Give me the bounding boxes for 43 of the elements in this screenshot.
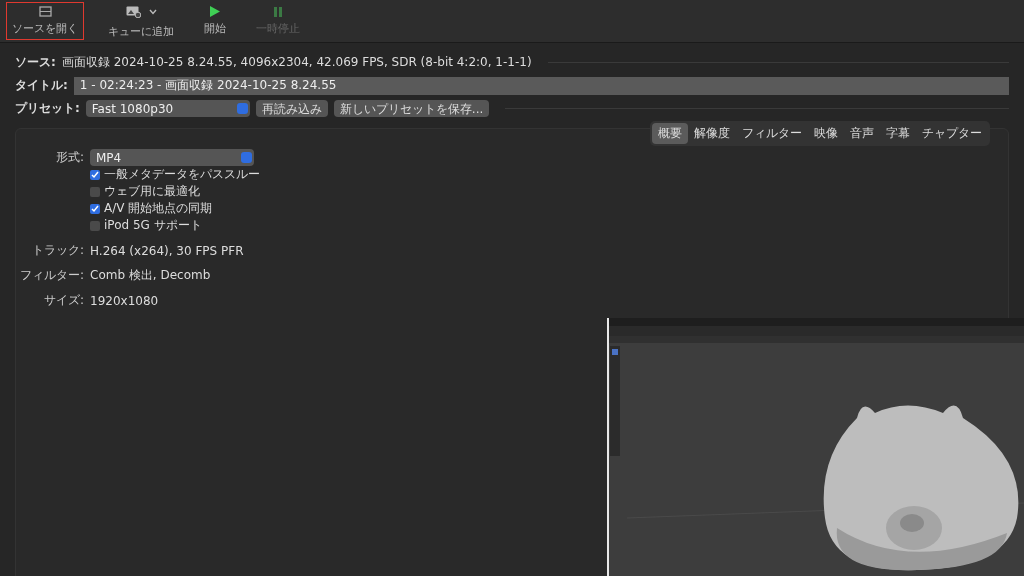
toolbar-button[interactable]: 開始 (198, 2, 232, 40)
title-field[interactable]: 1 - 02:24:23 - 画面収録 2024-10-25 8.24.55 (73, 76, 1009, 95)
checkbox-option[interactable]: ウェブ用に最適化 (90, 183, 316, 200)
checkbox-option[interactable]: iPod 5G サポート (90, 217, 316, 234)
checkbox[interactable] (90, 203, 100, 214)
toolbar-button[interactable]: ソースを開く (6, 2, 84, 40)
film-icon (38, 6, 52, 17)
tab[interactable]: 概要 (652, 123, 688, 144)
preset-dropdown[interactable]: Fast 1080p30 (85, 100, 250, 117)
checkbox-option[interactable]: 一般メタデータをパススルー (90, 166, 316, 183)
preset-button[interactable]: 新しいプリセットを保存... (333, 100, 490, 117)
option-label: iPod 5G サポート (104, 217, 202, 234)
tab[interactable]: 字幕 (880, 123, 916, 144)
field-value: 1920x1080 (90, 293, 160, 308)
tab[interactable]: チャプター (916, 123, 988, 144)
option-label: A/V 開始地点の同期 (104, 200, 213, 217)
tab[interactable]: フィルター (736, 123, 808, 144)
field-label: ソース: (15, 54, 56, 71)
field-label: フィルター: (18, 267, 84, 284)
field-label: 形式: (54, 149, 84, 166)
chevron-icon[interactable] (148, 8, 157, 15)
field-label: タイトル: (15, 77, 68, 94)
pause-icon (274, 6, 282, 17)
field-label: プリセット: (15, 100, 80, 117)
field-label: サイズ: (42, 292, 84, 309)
field-label: トラック: (30, 242, 84, 259)
field-value: H.264 (x264), 30 FPS PFR (90, 243, 245, 258)
toolbar-button[interactable]: キューに追加 (102, 0, 180, 43)
source-info: 画面収録 2024-10-25 8.24.55, 4096x2304, 42.069 FPS, SDR (8-bit 4:2:0, 1-1-1) (61, 54, 532, 71)
checkbox[interactable] (90, 220, 100, 231)
preset-button[interactable]: 再読み込み (255, 100, 328, 117)
option-label: ウェブ用に最適化 (104, 183, 200, 200)
option-label: 一般メタデータをパススルー (104, 166, 260, 183)
checkbox[interactable] (90, 169, 100, 180)
format-dropdown[interactable]: MP4 (90, 149, 254, 166)
field-value: Comb 検出, Decomb (90, 267, 212, 284)
checkbox-option[interactable]: A/V 開始地点の同期 (90, 200, 316, 217)
tab[interactable]: 音声 (844, 123, 880, 144)
play-icon (210, 6, 220, 17)
tab[interactable]: 解像度 (688, 123, 736, 144)
tab[interactable]: 映像 (808, 123, 844, 144)
image-add-icon (125, 5, 141, 18)
checkbox[interactable] (90, 186, 100, 197)
